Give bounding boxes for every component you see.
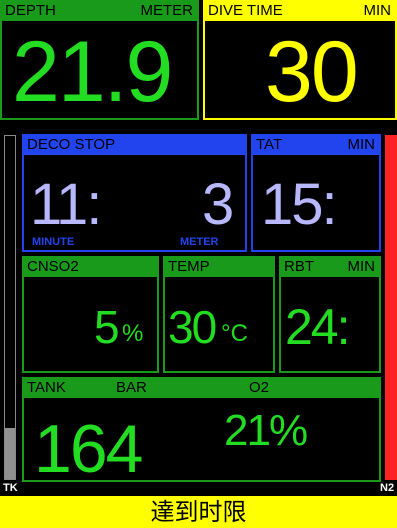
cns-value: 5	[94, 301, 120, 353]
deco-meter-label: METER	[180, 236, 219, 248]
depth-value: 21.9	[12, 24, 173, 120]
deco-stop-depth: 3	[202, 172, 234, 237]
depth-unit: METER	[140, 2, 194, 19]
cns-label: CNSO2	[27, 258, 79, 275]
deco-stop-header: DECO STOP	[24, 136, 245, 155]
tank-panel: TANK BAR O2 164 21%	[22, 377, 381, 487]
temp-panel: TEMP 30 °C	[163, 256, 275, 373]
tank-unit: BAR	[116, 379, 147, 396]
dive-time-label: DIVE TIME	[208, 2, 283, 19]
tank-bar-fill	[5, 427, 15, 479]
rbt-header: RBT MIN	[281, 258, 379, 277]
cns-header: CNSO2	[24, 258, 157, 277]
temp-header: TEMP	[165, 258, 273, 277]
rbt-panel: RBT MIN 24:	[279, 256, 381, 373]
temp-label: TEMP	[168, 258, 210, 275]
deco-stop-minutes: 11:	[30, 172, 102, 237]
tank-pressure-value: 164	[34, 411, 143, 487]
tank-o2-value: 21%	[224, 406, 308, 455]
deco-minute-label: MINUTE	[32, 236, 75, 248]
tat-panel: TAT MIN 15:	[251, 134, 381, 252]
dive-time-header: DIVE TIME MIN	[205, 2, 395, 21]
n2-bar-fill	[385, 135, 397, 480]
cns-panel: CNSO2 5 %	[22, 256, 159, 373]
dive-time-value: 30	[265, 24, 359, 120]
rbt-label: RBT	[284, 258, 314, 275]
tank-label: TANK	[27, 379, 66, 396]
temp-value: 30	[168, 301, 217, 353]
alert-text: 達到时限	[150, 498, 247, 526]
n2-bar	[385, 135, 397, 480]
tat-value: 15:	[261, 172, 338, 237]
tank-o2-label: O2	[249, 379, 270, 396]
deco-stop-panel: DECO STOP 11: 3 MINUTE METER	[22, 134, 247, 252]
dive-time-unit: MIN	[363, 2, 392, 19]
temp-unit: °C	[221, 320, 248, 347]
dive-time-panel: DIVE TIME MIN 30	[203, 0, 397, 120]
depth-header: DEPTH METER	[2, 2, 197, 21]
alert-bar: 達到时限	[0, 496, 397, 528]
n2-label: N2	[380, 482, 395, 494]
tk-label: TK	[3, 482, 18, 494]
tank-header: TANK BAR O2	[24, 379, 379, 398]
depth-panel: DEPTH METER 21.9	[0, 0, 199, 120]
deco-stop-label: DECO STOP	[27, 136, 116, 153]
rbt-unit: MIN	[347, 258, 376, 275]
tat-label: TAT	[256, 136, 283, 153]
tat-unit: MIN	[347, 136, 376, 153]
rbt-value: 24:	[285, 299, 351, 355]
tank-bar	[4, 135, 16, 480]
tat-header: TAT MIN	[253, 136, 379, 155]
depth-label: DEPTH	[5, 2, 56, 19]
cns-unit: %	[122, 320, 144, 347]
